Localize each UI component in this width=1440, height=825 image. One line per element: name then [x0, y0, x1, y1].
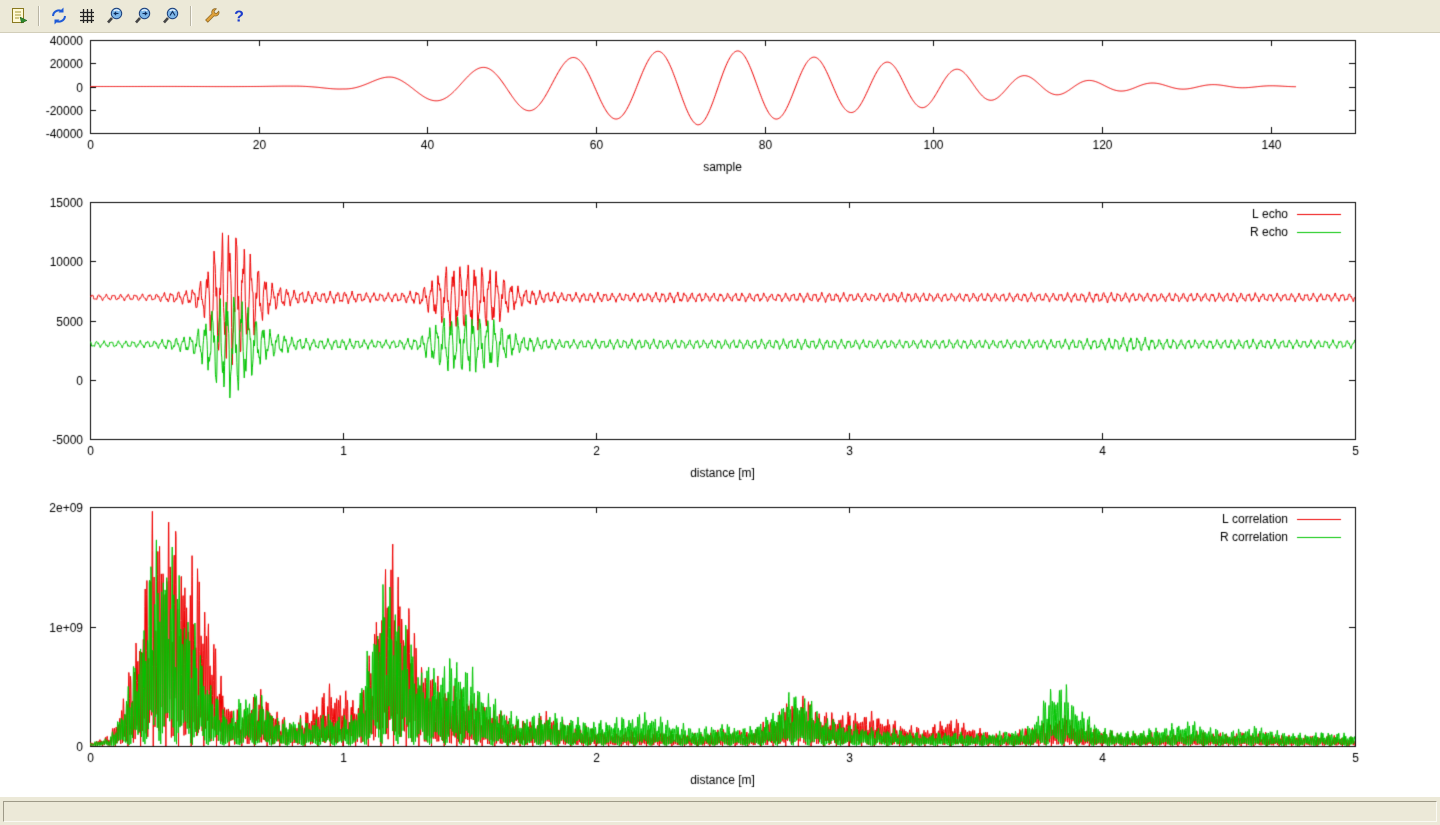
zoom-previous-icon	[105, 6, 125, 26]
copy-to-clipboard-icon	[9, 6, 29, 26]
toolbar-separator	[190, 6, 192, 26]
grid-toggle-button[interactable]	[74, 3, 100, 29]
replot-button[interactable]	[46, 3, 72, 29]
wrench-icon	[201, 6, 221, 26]
help-button[interactable]: ?	[226, 3, 252, 29]
toolbar: ?	[0, 0, 1440, 33]
zoom-previous-button[interactable]	[102, 3, 128, 29]
grid-icon	[77, 6, 97, 26]
gnuplot-window: ?	[0, 0, 1440, 825]
zoom-next-icon	[133, 6, 153, 26]
autoscale-button[interactable]	[158, 3, 184, 29]
svg-text:?: ?	[234, 9, 244, 26]
help-icon: ?	[229, 6, 249, 26]
status-bar	[0, 797, 1440, 825]
autoscale-icon	[161, 6, 181, 26]
copy-to-clipboard-button[interactable]	[6, 3, 32, 29]
plot-area[interactable]	[0, 33, 1440, 797]
toolbar-separator	[38, 6, 40, 26]
status-field	[3, 801, 1437, 822]
zoom-next-button[interactable]	[130, 3, 156, 29]
refresh-icon	[49, 6, 69, 26]
configure-button[interactable]	[198, 3, 224, 29]
